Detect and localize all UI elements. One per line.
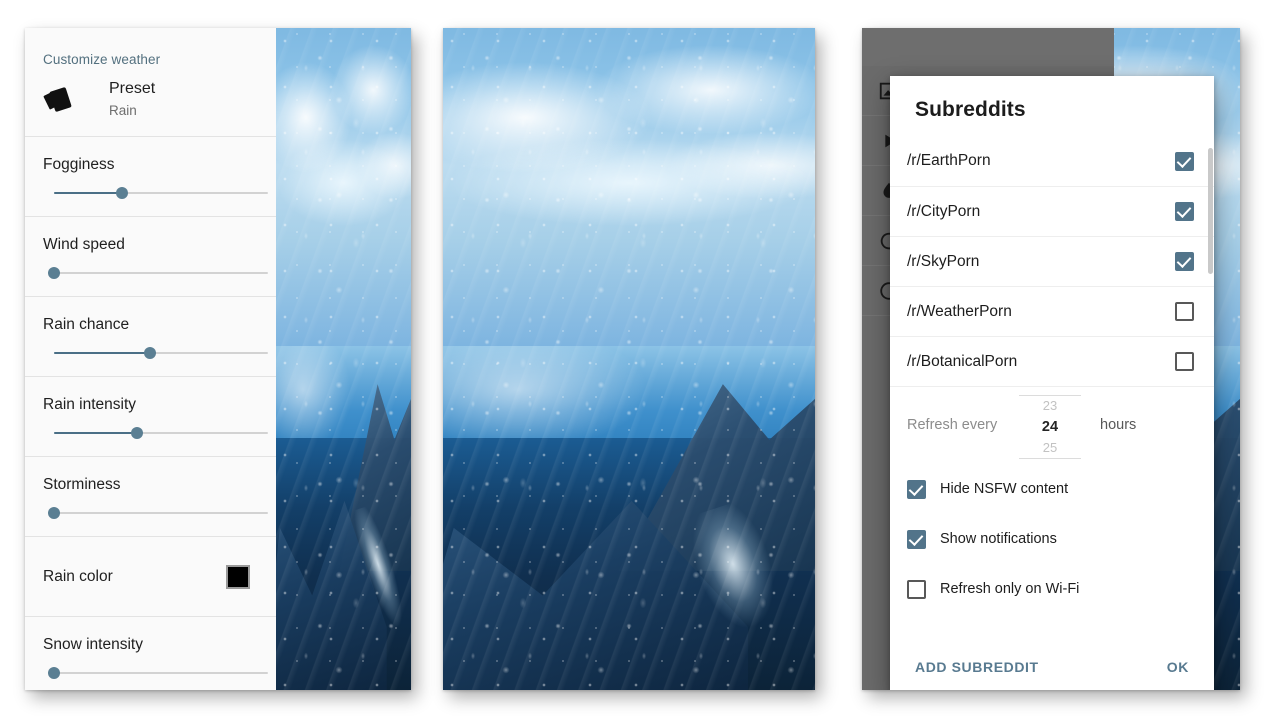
subreddit-row[interactable]: /r/EarthPorn (890, 136, 1214, 186)
slider-control[interactable] (54, 425, 268, 441)
slider-thumb[interactable] (48, 507, 60, 519)
refresh-label: Refresh every (907, 417, 998, 433)
slider-control[interactable] (48, 665, 268, 681)
preset-cards-icon (43, 83, 77, 117)
subreddit-checkbox[interactable] (1175, 202, 1194, 221)
option-checkbox[interactable] (907, 479, 926, 499)
preset-label: Preset (109, 80, 156, 97)
dialog-option-row[interactable]: Hide NSFW content (890, 464, 1214, 514)
subreddit-name: /r/CityPorn (907, 202, 981, 220)
stepper-next-value[interactable]: 25 (1019, 438, 1081, 458)
slider-track (54, 512, 268, 514)
subreddit-name: /r/BotanicalPorn (907, 352, 1018, 370)
refresh-unit-label: hours (1100, 417, 1137, 433)
subreddit-checkbox[interactable] (1175, 151, 1194, 171)
subreddit-checkbox[interactable] (1175, 302, 1194, 321)
dialog-scrollbar[interactable] (1208, 148, 1213, 274)
phone-panel-customize-weather: Customize weather Preset Rain Fogginess W… (25, 28, 411, 690)
setting-label: Wind speed (43, 236, 125, 253)
slider-thumb[interactable] (48, 267, 60, 279)
setting-label: Rain intensity (43, 396, 137, 413)
setting-label: Rain color (43, 567, 113, 585)
dialog-option-row[interactable]: Refresh only on Wi-Fi (890, 564, 1214, 614)
slider-track (54, 272, 268, 274)
customize-weather-card: Customize weather Preset Rain Fogginess W… (25, 28, 276, 690)
slider-control[interactable] (54, 345, 268, 361)
phone-panel-wallpaper-preview (443, 28, 815, 690)
refresh-hours-stepper[interactable]: 23 24 25 (1019, 395, 1081, 459)
slider-thumb[interactable] (48, 667, 60, 679)
preset-value: Rain (109, 103, 137, 118)
screenshot-stage: Customize weather Preset Rain Fogginess W… (0, 0, 1280, 720)
slider-thumb[interactable] (144, 347, 157, 359)
subreddit-checkbox[interactable] (1175, 252, 1194, 271)
subreddit-row[interactable]: /r/WeatherPorn (890, 286, 1214, 336)
setting-label: Rain chance (43, 316, 130, 333)
slider-track (54, 672, 268, 674)
setting-label: Fogginess (43, 156, 115, 173)
refresh-interval-row: Refresh every 23 24 25 hours (890, 386, 1214, 464)
option-label: Show notifications (940, 531, 1057, 547)
subreddits-dialog: Subreddits /r/EarthPorn/r/CityPorn/r/Sky… (890, 76, 1214, 690)
setting-row-rain-color[interactable]: Rain color (25, 537, 276, 616)
wallpaper-image (443, 28, 815, 690)
setting-row-rain-chance[interactable]: Rain chance (25, 297, 276, 376)
wallpaper-strip (276, 28, 411, 690)
dialog-title: Subreddits (915, 98, 1026, 121)
dialog-option-row[interactable]: Show notifications (890, 514, 1214, 564)
option-label: Refresh only on Wi-Fi (940, 581, 1080, 597)
setting-row-wind-speed[interactable]: Wind speed (25, 217, 276, 296)
setting-row-storminess[interactable]: Storminess (25, 457, 276, 536)
subreddit-name: /r/WeatherPorn (907, 302, 1012, 320)
slider-list: Fogginess Wind speed Rain chance Rain inten… (25, 137, 276, 690)
stepper-previous-value[interactable]: 23 (1019, 396, 1081, 416)
stepper-current-value[interactable]: 24 (1019, 416, 1081, 438)
section-title-customize-weather: Customize weather (43, 52, 161, 67)
subreddit-name: /r/SkyPorn (907, 252, 980, 270)
setting-row-snow-intensity[interactable]: Snow intensity (25, 617, 276, 690)
dialog-actions: ADD SUBREDDIT OK (890, 639, 1214, 690)
slider-thumb[interactable] (131, 427, 144, 439)
add-subreddit-button[interactable]: ADD SUBREDDIT (915, 659, 1039, 675)
option-checkbox[interactable] (907, 579, 926, 599)
setting-row-fogginess[interactable]: Fogginess (25, 137, 276, 216)
dialog-option-list: Hide NSFW content Show notifications Refre… (890, 464, 1214, 614)
subreddit-row[interactable]: /r/CityPorn (890, 186, 1214, 236)
ok-button[interactable]: OK (1167, 659, 1189, 675)
slider-fill (54, 192, 123, 194)
subreddit-checkbox[interactable] (1175, 352, 1194, 371)
slider-control[interactable] (48, 505, 268, 521)
app-toolbar (862, 28, 1114, 66)
phone-panel-subreddits-dialog: Subreddits /r/EarthPorn/r/CityPorn/r/Sky… (862, 28, 1240, 690)
subreddit-row[interactable]: /r/SkyPorn (890, 236, 1214, 286)
slider-control[interactable] (54, 185, 268, 201)
slider-fill (54, 352, 151, 354)
subreddit-name: /r/EarthPorn (907, 152, 991, 169)
preset-row[interactable]: Preset Rain (25, 67, 276, 136)
slider-fill (54, 432, 138, 434)
slider-control[interactable] (48, 265, 268, 281)
rain-color-swatch[interactable] (226, 564, 250, 589)
option-label: Hide NSFW content (940, 481, 1069, 497)
stepper-divider-bottom (1019, 458, 1081, 459)
subreddit-list: /r/EarthPorn/r/CityPorn/r/SkyPorn/r/Weat… (890, 136, 1214, 386)
setting-row-rain-intensity[interactable]: Rain intensity (25, 377, 276, 456)
subreddit-row[interactable]: /r/BotanicalPorn (890, 336, 1214, 386)
option-checkbox[interactable] (907, 529, 926, 549)
setting-label: Snow intensity (43, 636, 143, 653)
setting-label: Storminess (43, 476, 121, 493)
slider-thumb[interactable] (116, 187, 129, 199)
